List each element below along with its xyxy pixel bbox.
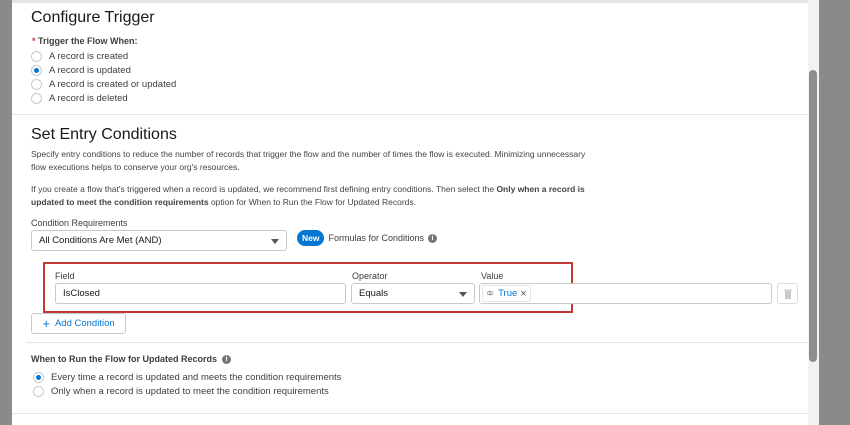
plus-icon: + <box>42 316 50 331</box>
remove-pill-icon[interactable]: × <box>520 288 526 300</box>
info-icon[interactable]: i <box>222 354 231 364</box>
entry-description-2: flow executions helps to conserve your o… <box>31 162 240 172</box>
field-input[interactable]: IsClosed <box>55 283 346 304</box>
operator-value: Equals <box>359 288 389 299</box>
trigger-label: Trigger the Flow When: <box>38 36 138 46</box>
radio-button[interactable] <box>31 78 42 90</box>
text-bold: updated to meet the condition requiremen… <box>31 197 209 207</box>
button-label: Add Condition <box>54 318 115 329</box>
radio-record-updated[interactable]: A record is updated <box>31 63 176 77</box>
value-pill: ○○ True × <box>482 285 531 302</box>
pill-label: True <box>498 288 518 299</box>
select-value: All Conditions Are Met (AND) <box>39 235 162 246</box>
chevron-down-icon <box>271 238 279 244</box>
radio-button-selected[interactable] <box>31 64 42 76</box>
value-input[interactable]: ○○ True × <box>479 283 772 304</box>
operator-select[interactable]: Equals <box>351 283 475 304</box>
condition-requirements-label: Condition Requirements <box>31 218 128 228</box>
section-divider <box>26 342 808 343</box>
boolean-icon: ○○ <box>486 288 494 299</box>
radio-record-created[interactable]: A record is created <box>31 49 176 63</box>
scrollbar-thumb[interactable] <box>809 70 817 362</box>
configure-trigger-title: Configure Trigger <box>31 9 155 26</box>
info-icon[interactable]: i <box>428 233 438 243</box>
radio-label: A record is created or updated <box>49 78 177 90</box>
radio-label: Every time a record is updated and meets… <box>51 371 342 383</box>
radio-button[interactable] <box>33 385 44 397</box>
new-badge: New <box>297 230 325 246</box>
operator-label: Operator <box>352 271 388 281</box>
text: If you create a flow that's triggered wh… <box>31 184 497 194</box>
add-condition-button[interactable]: + Add Condition <box>31 313 126 334</box>
delete-condition-button[interactable] <box>777 283 798 304</box>
radio-record-deleted[interactable]: A record is deleted <box>31 91 176 105</box>
field-value: IsClosed <box>63 288 100 299</box>
top-border <box>12 0 808 3</box>
radio-every-time[interactable]: Every time a record is updated and meets… <box>33 370 341 384</box>
condition-requirements-select[interactable]: All Conditions Are Met (AND) <box>31 230 287 251</box>
radio-button-selected[interactable] <box>33 371 44 383</box>
radio-button[interactable] <box>31 50 42 62</box>
entry-recommendation: If you create a flow that's triggered wh… <box>31 183 631 209</box>
radio-label: A record is updated <box>49 64 131 76</box>
radio-label: Only when a record is updated to meet th… <box>51 385 329 397</box>
required-mark: * <box>32 36 36 46</box>
text-bold: Only when a record is <box>496 184 585 194</box>
formulas-label: Formulas for Conditions <box>328 233 425 243</box>
radio-record-created-or-updated[interactable]: A record is created or updated <box>31 77 176 91</box>
when-to-run-label: When to Run the Flow for Updated Records <box>31 354 217 364</box>
radio-button[interactable] <box>31 92 42 104</box>
trash-icon <box>783 289 792 299</box>
radio-label: A record is created <box>49 50 129 62</box>
section-divider <box>12 114 808 115</box>
text: option for When to Run the Flow for Upda… <box>208 197 416 207</box>
radio-only-when[interactable]: Only when a record is updated to meet th… <box>33 384 341 398</box>
value-label: Value <box>481 271 504 281</box>
entry-description: Specify entry conditions to reduce the n… <box>31 149 586 159</box>
chevron-down-icon <box>459 291 467 297</box>
radio-label: A record is deleted <box>49 92 128 104</box>
field-label: Field <box>55 271 75 281</box>
section-divider <box>12 413 808 414</box>
entry-conditions-title: Set Entry Conditions <box>31 126 177 143</box>
